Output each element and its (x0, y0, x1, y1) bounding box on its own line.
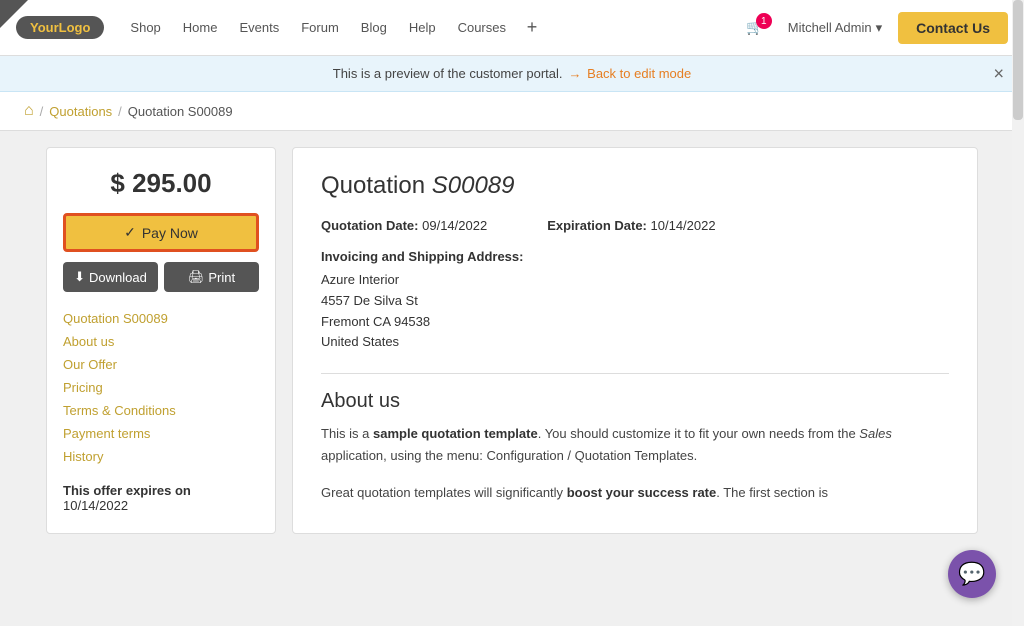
logo-text: YourLogo (30, 20, 90, 35)
about-p1-bold: sample quotation template (373, 426, 538, 441)
about-p2-bold: boost your success rate (567, 485, 717, 500)
breadcrumb-sep1: / (40, 104, 44, 119)
back-link-text: Back to edit mode (587, 66, 691, 81)
address-line2: 4557 De Silva St (321, 291, 949, 312)
about-p2-post: . The first section is (716, 485, 828, 500)
download-label: Download (89, 270, 147, 285)
expiration-date-label: Expiration Date: (547, 218, 647, 233)
price-amount: $ 295.00 (63, 168, 259, 199)
address-section: Invoicing and Shipping Address: Azure In… (321, 249, 949, 353)
download-icon: ⬇ (74, 269, 85, 285)
breadcrumb: ⌂ / Quotations / Quotation S00089 (0, 92, 1024, 131)
quotation-title-prefix: Quotation (321, 172, 432, 199)
quotation-title-italic: S00089 (432, 172, 515, 199)
breadcrumb-current: Quotation S00089 (128, 104, 233, 119)
print-label: Print (208, 270, 235, 285)
address-heading: Invoicing and Shipping Address: (321, 249, 949, 264)
navbar: YourLogo Shop Home Events Forum Blog Hel… (0, 0, 1024, 56)
preview-banner: This is a preview of the customer portal… (0, 56, 1024, 92)
scroll-thumb[interactable] (1013, 0, 1023, 120)
expiration-date-value: 10/14/2022 (651, 218, 716, 233)
info-row: Quotation Date: 09/14/2022 Expiration Da… (321, 218, 949, 233)
close-banner-button[interactable]: × (993, 63, 1004, 84)
user-dropdown-icon: ▾ (876, 20, 883, 36)
page-scrollbar[interactable] (1012, 0, 1024, 626)
about-p1-pre: This is a (321, 426, 373, 441)
chat-icon: 💬 (958, 561, 985, 587)
sidebar-about-link[interactable]: About us (63, 333, 259, 350)
sidebar-payment-link[interactable]: Payment terms (63, 425, 259, 442)
pay-now-label: Pay Now (142, 225, 198, 241)
arrow-icon: → (569, 66, 582, 81)
breadcrumb-sep2: / (118, 104, 122, 119)
main-content: $ 295.00 ✓ Pay Now ⬇ Download 🖨 Print Qu… (22, 131, 1002, 550)
breadcrumb-quotations[interactable]: Quotations (49, 104, 112, 119)
preview-text: This is a preview of the customer portal… (333, 66, 563, 81)
sidebar-nav: Quotation S00089 About us Our Offer Pric… (63, 310, 259, 465)
nav-courses[interactable]: Courses (448, 14, 516, 42)
user-menu[interactable]: Mitchell Admin ▾ (788, 20, 882, 36)
download-button[interactable]: ⬇ Download (63, 262, 158, 292)
nav-shop[interactable]: Shop (120, 14, 170, 42)
nav-home[interactable]: Home (173, 14, 228, 42)
address-line4: United States (321, 332, 949, 353)
contact-button[interactable]: Contact Us (898, 12, 1008, 44)
sidebar-history-link[interactable]: History (63, 448, 259, 465)
back-to-edit-link[interactable]: → Back to edit mode (569, 66, 692, 81)
sidebar-quotation-link[interactable]: Quotation S00089 (63, 310, 259, 327)
print-button[interactable]: 🖨 Print (164, 262, 259, 292)
expiration-date: Expiration Date: 10/14/2022 (547, 218, 715, 233)
logo[interactable]: YourLogo (16, 16, 104, 39)
about-title: About us (321, 390, 949, 413)
quotation-title: Quotation S00089 (321, 172, 949, 200)
nav-forum[interactable]: Forum (291, 14, 349, 42)
cart-icon[interactable]: 🛒 1 (746, 19, 763, 36)
left-panel: $ 295.00 ✓ Pay Now ⬇ Download 🖨 Print Qu… (46, 147, 276, 534)
sidebar-pricing-link[interactable]: Pricing (63, 379, 259, 396)
about-p1-italic: Sales (859, 426, 892, 441)
right-panel: Quotation S00089 Quotation Date: 09/14/2… (292, 147, 978, 534)
address-line3: Fremont CA 94538 (321, 312, 949, 333)
add-nav-icon[interactable]: + (518, 14, 546, 42)
cart-badge: 1 (756, 13, 772, 29)
print-icon: 🖨 (188, 269, 205, 285)
sidebar-terms-link[interactable]: Terms & Conditions (63, 402, 259, 419)
about-p1-post: . You should customize it to fit your ow… (538, 426, 860, 441)
nav-events[interactable]: Events (229, 14, 289, 42)
nav-blog[interactable]: Blog (351, 14, 397, 42)
pay-now-check-icon: ✓ (124, 224, 136, 241)
nav-links: Shop Home Events Forum Blog Help Courses… (120, 14, 734, 42)
pay-now-button[interactable]: ✓ Pay Now (63, 213, 259, 252)
about-p1-post2: application, using the menu: Configurati… (321, 448, 697, 463)
address-line1: Azure Interior (321, 270, 949, 291)
quotation-date: Quotation Date: 09/14/2022 (321, 218, 487, 233)
about-paragraph-1: This is a sample quotation template. You… (321, 423, 949, 466)
about-paragraph-2: Great quotation templates will significa… (321, 482, 949, 503)
divider (321, 373, 949, 374)
expiry-label: This offer expires on (63, 483, 259, 498)
chat-bubble[interactable]: 💬 (948, 550, 996, 598)
action-buttons: ⬇ Download 🖨 Print (63, 262, 259, 292)
quotation-date-value: 09/14/2022 (422, 218, 487, 233)
nav-help[interactable]: Help (399, 14, 446, 42)
user-name: Mitchell Admin (788, 20, 872, 35)
quotation-date-label: Quotation Date: (321, 218, 419, 233)
corner-decoration (0, 0, 28, 28)
sidebar-offer-link[interactable]: Our Offer (63, 356, 259, 373)
about-p2-pre: Great quotation templates will significa… (321, 485, 567, 500)
expiry-date: 10/14/2022 (63, 498, 259, 513)
home-icon[interactable]: ⌂ (24, 102, 34, 120)
